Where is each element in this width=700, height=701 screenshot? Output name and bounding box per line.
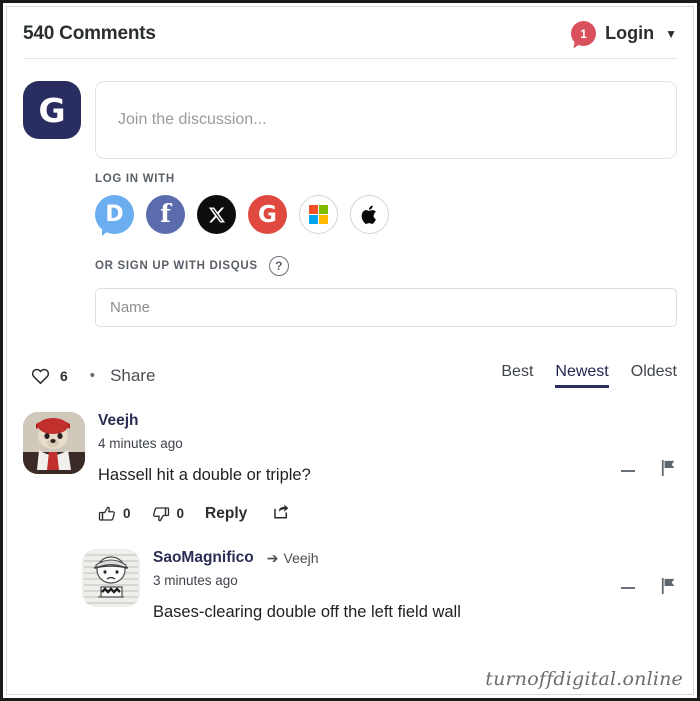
comment-input-placeholder: Join the discussion... bbox=[118, 111, 267, 128]
ms-square-green bbox=[319, 205, 328, 214]
flag-button[interactable] bbox=[661, 459, 677, 482]
parent-author[interactable]: Veejh bbox=[284, 550, 319, 566]
name-input[interactable]: Name bbox=[95, 288, 677, 327]
tab-oldest[interactable]: Oldest bbox=[631, 363, 677, 388]
tab-best[interactable]: Best bbox=[501, 363, 533, 388]
thread-toolbar: 6 • Share Best Newest Oldest bbox=[7, 327, 693, 388]
help-glyph: ? bbox=[275, 259, 283, 273]
downvote-count: 0 bbox=[176, 506, 185, 522]
name-field-wrap: Name bbox=[7, 276, 693, 327]
chevron-down-icon[interactable]: ▼ bbox=[665, 27, 677, 41]
share-comment-button[interactable] bbox=[272, 502, 290, 525]
login-with-section: LOG IN WITH D f G bbox=[7, 159, 693, 236]
signup-label: OR SIGN UP WITH DISQUS bbox=[95, 260, 258, 272]
name-input-placeholder: Name bbox=[110, 299, 151, 316]
comment-thread-item: SaoMagnifico ➔ Veejh 3 minutes ago Bases… bbox=[7, 525, 693, 623]
disqus-widget: 540 Comments 1 Login ▼ G Join the discus… bbox=[6, 6, 694, 695]
upvote-count: 0 bbox=[123, 506, 131, 522]
collapse-icon[interactable] bbox=[621, 587, 635, 590]
comment-body: SaoMagnifico ➔ Veejh 3 minutes ago Bases… bbox=[153, 549, 608, 623]
comment-body: Veejh 4 minutes ago Hassell hit a double… bbox=[98, 412, 608, 525]
social-login-row: D f G bbox=[95, 195, 677, 236]
flag-icon bbox=[661, 577, 675, 594]
thread-meta: 6 • Share bbox=[31, 366, 155, 386]
heart-icon[interactable] bbox=[31, 367, 50, 385]
login-button-label[interactable]: Login bbox=[605, 23, 654, 44]
tab-newest[interactable]: Newest bbox=[555, 363, 609, 388]
screenshot-frame: 540 Comments 1 Login ▼ G Join the discus… bbox=[0, 0, 700, 701]
comment-tools bbox=[621, 412, 677, 525]
dog-avatar-image bbox=[23, 412, 85, 474]
avatar-initial: G bbox=[38, 90, 66, 130]
meta-separator: • bbox=[89, 367, 96, 384]
collapse-icon[interactable] bbox=[621, 469, 635, 472]
like-count: 6 bbox=[60, 367, 68, 384]
help-icon[interactable]: ? bbox=[268, 256, 289, 276]
upvote-button[interactable]: 0 bbox=[98, 505, 131, 523]
disqus-icon[interactable]: D bbox=[95, 195, 134, 236]
notification-badge[interactable]: 1 bbox=[571, 21, 597, 46]
thumbs-down-icon bbox=[152, 507, 169, 522]
avatar: G bbox=[23, 81, 81, 139]
watermark: turnoffdigital.online bbox=[485, 668, 683, 690]
flag-button[interactable] bbox=[661, 577, 677, 600]
google-glyph: G bbox=[258, 201, 277, 228]
disqus-glyph: D bbox=[105, 202, 124, 227]
microsoft-icon[interactable] bbox=[299, 195, 338, 234]
reply-button[interactable]: Reply bbox=[205, 505, 247, 523]
microsoft-squares bbox=[309, 205, 328, 224]
login-with-label: LOG IN WITH bbox=[95, 173, 175, 185]
x-logo-glyph bbox=[208, 207, 225, 222]
comment-text: Bases-clearing double off the left field… bbox=[153, 603, 461, 622]
comment-input[interactable]: Join the discussion... bbox=[95, 81, 677, 159]
comment-composer: G Join the discussion... bbox=[7, 59, 693, 159]
signup-section: OR SIGN UP WITH DISQUS ? bbox=[7, 234, 693, 276]
thumbs-up-icon bbox=[98, 506, 115, 521]
facebook-glyph: f bbox=[160, 198, 171, 228]
downvote-button[interactable]: 0 bbox=[152, 505, 185, 523]
comment-header: Veejh bbox=[98, 412, 608, 430]
ms-square-red bbox=[309, 205, 318, 214]
ms-square-blue bbox=[309, 215, 318, 224]
comments-header: 540 Comments 1 Login ▼ bbox=[7, 7, 693, 46]
comment-actions: 0 0 Reply bbox=[98, 502, 608, 525]
comment-timestamp: 3 minutes ago bbox=[153, 573, 238, 589]
comment-timestamp: 4 minutes ago bbox=[98, 436, 183, 451]
share-button[interactable]: Share bbox=[110, 366, 155, 386]
comment-thread-item: Veejh 4 minutes ago Hassell hit a double… bbox=[7, 388, 693, 525]
facebook-icon[interactable]: f bbox=[146, 195, 185, 234]
comment-author[interactable]: Veejh bbox=[98, 412, 139, 430]
reply-arrow-icon: ➔ bbox=[266, 549, 279, 566]
notification-count: 1 bbox=[580, 26, 587, 41]
comment-header: SaoMagnifico ➔ Veejh bbox=[153, 549, 608, 567]
x-twitter-icon[interactable] bbox=[197, 195, 236, 234]
google-icon[interactable]: G bbox=[248, 195, 287, 234]
avatar[interactable] bbox=[82, 549, 140, 608]
avatar[interactable] bbox=[23, 412, 85, 474]
sketch-avatar-image bbox=[82, 549, 140, 608]
share-icon bbox=[274, 504, 289, 519]
comment-text: Hassell hit a double or triple? bbox=[98, 466, 311, 484]
page-title: 540 Comments bbox=[23, 22, 156, 44]
login-area[interactable]: 1 Login ▼ bbox=[571, 21, 677, 46]
parent-reference: ➔ Veejh bbox=[267, 550, 319, 567]
ms-square-yellow bbox=[319, 215, 328, 224]
apple-icon[interactable] bbox=[350, 195, 389, 234]
comment-tools bbox=[621, 549, 677, 623]
apple-logo-glyph bbox=[361, 205, 376, 224]
sort-tabs: Best Newest Oldest bbox=[501, 363, 677, 388]
flag-icon bbox=[661, 460, 675, 477]
comment-author[interactable]: SaoMagnifico bbox=[153, 549, 254, 567]
